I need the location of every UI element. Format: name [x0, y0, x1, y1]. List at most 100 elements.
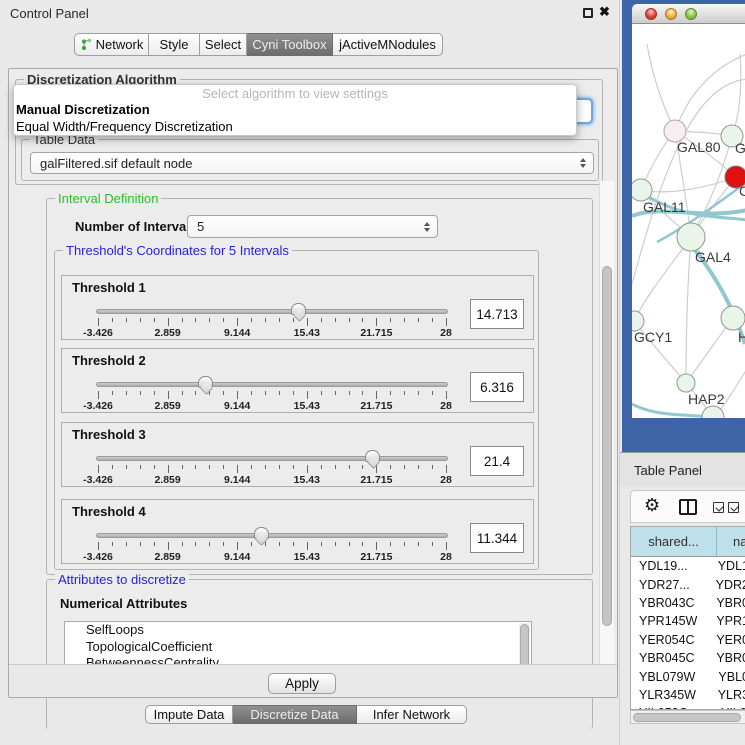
- threshold-value-field[interactable]: 14.713: [470, 299, 524, 329]
- network-canvas[interactable]: GAL80GAGAL11CGAL4GCY1HHAP2: [632, 24, 745, 418]
- number-of-intervals-combobox[interactable]: 5: [187, 215, 438, 238]
- algorithm-dropdown-popup: Select algorithm to view settings Manual…: [13, 84, 577, 136]
- cell-shared-name[interactable]: YER054C: [631, 633, 712, 647]
- tick-mark: [98, 542, 99, 550]
- threshold-label: Threshold 1: [72, 280, 146, 295]
- cell-name[interactable]: YPR1: [712, 614, 745, 628]
- tick-mark: [307, 391, 308, 399]
- slider-axis-labels: -3.4262.8599.14415.4321.71528: [98, 327, 446, 339]
- node-table[interactable]: shared... na YDL19...YDL1YDR27...YDR2YBR…: [630, 526, 745, 710]
- tab-network[interactable]: Network: [74, 33, 149, 56]
- cell-name[interactable]: YBL0: [714, 670, 745, 684]
- tick-mark: [209, 465, 210, 469]
- tab-discretize-data[interactable]: Discretize Data: [233, 705, 357, 724]
- close-traffic-light-icon[interactable]: [645, 8, 657, 20]
- table-hscrollbar-thumb[interactable]: [633, 713, 741, 722]
- algorithm-option-equal-width-frequency-discretization[interactable]: Equal Width/Frequency Discretization: [14, 118, 576, 135]
- table-hscrollbar[interactable]: [630, 710, 745, 724]
- cell-name[interactable]: YDL1: [714, 559, 745, 573]
- tick-mark: [321, 391, 322, 395]
- tab-infer-network[interactable]: Infer Network: [357, 705, 467, 724]
- minimize-traffic-light-icon[interactable]: [665, 8, 677, 20]
- slider-thumb[interactable]: [198, 376, 213, 388]
- axis-label: 21.715: [360, 474, 392, 486]
- cell-shared-name[interactable]: YBL079W: [631, 670, 714, 684]
- network-view-window[interactable]: GAL80GAGAL11CGAL4GCY1HHAP2: [632, 4, 745, 418]
- tick-mark: [140, 391, 141, 395]
- table-row[interactable]: YLR345WYLR3: [631, 686, 745, 704]
- cell-name[interactable]: YLR3: [714, 688, 745, 702]
- tab-style[interactable]: Style: [149, 33, 200, 56]
- threshold-value-field[interactable]: 6.316: [470, 372, 524, 402]
- threshold-value-field[interactable]: 11.344: [470, 523, 524, 553]
- tick-mark: [446, 318, 447, 326]
- number-of-intervals-label: Number of Intervals: [75, 219, 197, 234]
- tick-mark: [307, 542, 308, 550]
- checkbox-icon[interactable]: [713, 502, 724, 513]
- cell-shared-name[interactable]: YLR345W: [631, 688, 714, 702]
- cell-name[interactable]: YDR2: [712, 578, 745, 592]
- algorithm-option-manual-discretization[interactable]: Manual Discretization: [14, 101, 576, 118]
- float-window-icon[interactable]: [583, 8, 593, 18]
- slider-track[interactable]: [96, 533, 448, 538]
- axis-label: 9.144: [224, 474, 250, 486]
- network-window-titlebar[interactable]: [632, 4, 745, 24]
- node-label-gal80: GAL80: [677, 139, 721, 155]
- tick-mark: [376, 465, 377, 473]
- table-row[interactable]: YBR043CYBR0: [631, 594, 745, 612]
- slider-thumb[interactable]: [254, 527, 269, 539]
- cell-name[interactable]: YBR0: [712, 596, 745, 610]
- slider-thumb[interactable]: [291, 303, 306, 315]
- tick-mark: [404, 391, 405, 395]
- tick-mark: [418, 391, 419, 395]
- tab-cyni-toolbox[interactable]: Cyni Toolbox: [247, 33, 333, 56]
- table-row[interactable]: YDR27...YDR2: [631, 575, 745, 593]
- table-row[interactable]: YDL19...YDL1: [631, 557, 745, 575]
- cell-name[interactable]: YER0: [712, 633, 745, 647]
- table-row[interactable]: YBL079WYBL0: [631, 667, 745, 685]
- tab-impute-data[interactable]: Impute Data: [145, 705, 233, 724]
- cell-shared-name[interactable]: YDR27...: [631, 578, 712, 592]
- checkbox-icon[interactable]: [728, 502, 739, 513]
- slider-track[interactable]: [96, 456, 448, 461]
- cell-shared-name[interactable]: YBR045C: [631, 651, 712, 665]
- table-data-combobox[interactable]: galFiltered.sif default node: [30, 152, 594, 174]
- table-row[interactable]: YER054CYER0: [631, 631, 745, 649]
- gear-icon[interactable]: ⚙: [644, 495, 660, 516]
- node-label-hap2: HAP2: [688, 391, 725, 407]
- settings-scrollbar[interactable]: [599, 181, 614, 695]
- attribute-item-topologicalcoefficient[interactable]: TopologicalCoefficient: [65, 639, 531, 656]
- tick-mark: [251, 318, 252, 322]
- cell-name[interactable]: YBR0: [712, 651, 745, 665]
- tick-mark: [98, 318, 99, 326]
- threshold-value-field[interactable]: 21.4: [470, 446, 524, 476]
- table-row[interactable]: YBR045CYBR0: [631, 649, 745, 667]
- apply-button[interactable]: Apply: [268, 673, 336, 694]
- tab-jactivemnodules[interactable]: jActiveMNodules: [333, 33, 443, 56]
- table-body: YDL19...YDL1YDR27...YDR2YBR043CYBR0YPR14…: [631, 557, 745, 710]
- attribute-item-selfloops[interactable]: SelfLoops: [65, 622, 531, 639]
- zoom-traffic-light-icon[interactable]: [685, 8, 697, 20]
- interval-definition-group: Interval Definition Number of Intervals …: [46, 198, 593, 575]
- column-header-name[interactable]: na: [717, 527, 745, 556]
- split-panel-icon[interactable]: [679, 499, 697, 515]
- attributes-scrollbar-thumb[interactable]: [520, 624, 529, 668]
- slider-track[interactable]: [96, 309, 448, 314]
- tab-label: Network: [96, 37, 144, 52]
- close-icon[interactable]: ✖: [599, 4, 610, 20]
- algorithm-hint: Select algorithm to view settings: [14, 85, 576, 101]
- tab-select[interactable]: Select: [200, 33, 247, 56]
- tick-mark: [376, 542, 377, 550]
- slider-track[interactable]: [96, 382, 448, 387]
- column-header-shared-name[interactable]: shared...: [631, 527, 717, 556]
- cell-shared-name[interactable]: YDL19...: [631, 559, 714, 573]
- settings-scrollbar-thumb[interactable]: [602, 266, 612, 626]
- cell-shared-name[interactable]: YPR145W: [631, 614, 712, 628]
- cell-shared-name[interactable]: YBR043C: [631, 596, 712, 610]
- node-label-h: H: [738, 329, 745, 345]
- tick-mark: [237, 465, 238, 473]
- threshold-panel-1: Threshold 1 -3.4262.8599.14415.4321.71528…: [61, 275, 534, 340]
- table-row[interactable]: YPR145WYPR1: [631, 612, 745, 630]
- slider-thumb[interactable]: [365, 450, 380, 462]
- tick-mark: [112, 465, 113, 469]
